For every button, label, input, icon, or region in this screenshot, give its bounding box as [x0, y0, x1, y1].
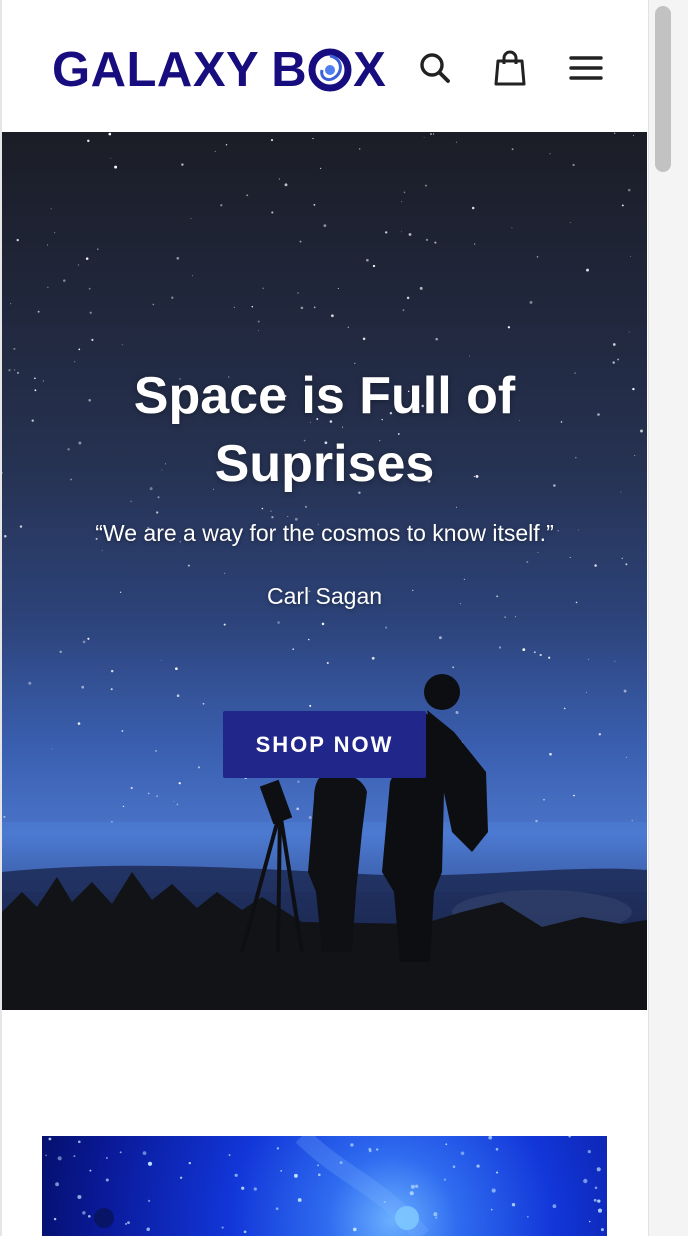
page: GALAXY B X Space is Full of Suprises “We… [0, 0, 648, 1236]
logo-text: GALAXY [52, 43, 260, 97]
logo-letter-b: B [271, 43, 308, 97]
hero-text: Space is Full of Suprises “We are a way … [2, 362, 647, 610]
logo-letter-x: X [353, 43, 387, 97]
galaxy-projector-photo [45, 1136, 604, 1236]
shopping-bag-icon [494, 50, 526, 86]
scrollbar-thumb[interactable] [655, 6, 671, 172]
galaxy-swirl-icon [308, 48, 352, 92]
hero-banner: Space is Full of Suprises “We are a way … [2, 132, 647, 1010]
hero-quote: “We are a way for the cosmos to know its… [95, 520, 554, 546]
galaxy-box-logo[interactable]: GALAXY B X [52, 40, 386, 100]
hero-title: Space is Full of Suprises [133, 367, 516, 493]
promo-image [42, 1136, 607, 1236]
site-header: GALAXY B X [2, 0, 648, 132]
hero-author: Carl Sagan [266, 583, 383, 609]
cart-button[interactable] [490, 46, 530, 90]
logo-box-word: B X [271, 42, 386, 98]
menu-button[interactable] [566, 46, 606, 90]
search-button[interactable] [415, 46, 455, 90]
vertical-scrollbar[interactable] [648, 0, 688, 1236]
search-icon [420, 53, 450, 83]
shop-now-button[interactable]: SHOP NOW [223, 711, 426, 778]
hamburger-menu-icon [569, 56, 603, 80]
